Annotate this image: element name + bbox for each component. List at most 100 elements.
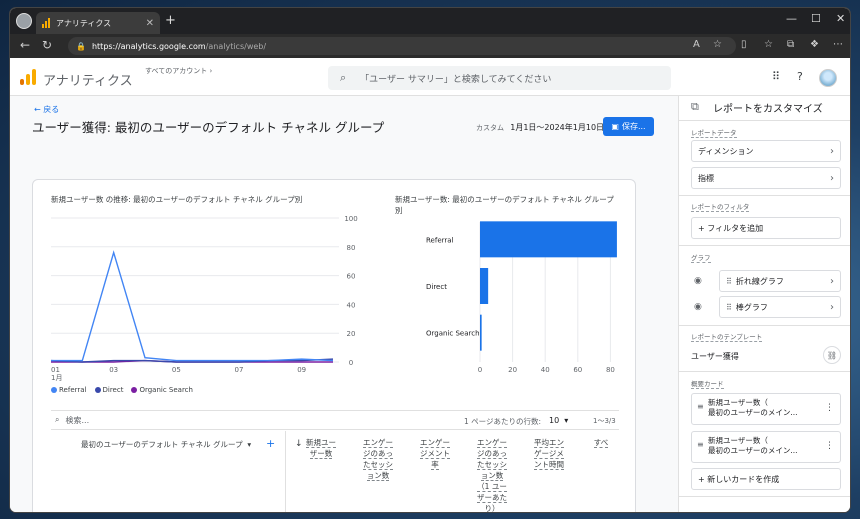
save-label: 保存... [621,122,646,131]
more-menu-icon[interactable]: ⋯ [833,39,843,50]
bar-direct [480,268,489,304]
page-title: ユーザー獲得: 最初のユーザーのデフォルト チャネル グループ [32,120,385,135]
unlink-template-icon[interactable]: ⛓ [823,346,841,364]
line-chart: 0 20 40 60 80 100 01 03 05 07 09 1月 [50,215,358,382]
bar-graph-label: 棒グラフ [735,302,768,312]
table-search-input[interactable]: 検索... [65,415,89,426]
x-sub-label: 1月 [51,374,62,382]
back-link[interactable]: ← 戻る [34,104,59,115]
divider [679,371,850,372]
summary-section-label: 概要カード [691,380,724,389]
summary-card-line1: 新規ユーザー数（ [708,398,768,407]
line-graph-label: 折れ線グラフ [735,276,784,286]
template-section-label: レポートのテンプレート [691,333,763,342]
metric-button[interactable]: 指標 › [691,167,841,189]
metric-header[interactable]: エンゲージのあったセッション数（1 ユーザーあたり） [477,437,507,512]
category-label: Referral [426,236,454,244]
metric-header[interactable]: 平均エンゲージメント時間 [534,437,564,470]
divider [679,325,850,326]
read-aloud-icon[interactable]: A [693,39,700,50]
add-dimension-icon[interactable]: + [266,437,275,450]
back-arrow-icon[interactable]: ← [20,38,30,52]
customize-panel: ⧉ レポートをカスタマイズ レポートデータ ディメンション › 指標 › レポートの… [678,96,850,512]
create-card-button[interactable]: + 新しいカードを作成 [691,468,841,490]
chevron-right-icon: › [830,275,834,287]
divider [679,245,850,246]
y-tick-label: 40 [347,301,356,309]
legend-item[interactable]: Referral [51,386,87,394]
x-tick-label: 80 [606,366,615,374]
legend-item[interactable]: Organic Search [131,386,193,394]
more-vert-icon[interactable]: ⋮ [825,403,834,413]
date-range-selector[interactable]: カスタム 1月1日～2024年1月10日 [476,122,604,133]
metric-header[interactable]: エンゲージメント率 [420,437,450,470]
minimize-icon[interactable]: — [786,12,797,25]
favorite-star-icon[interactable]: ☆ [713,39,722,50]
metric-header-label: 新規ユーザー数 [306,438,336,459]
legend-item[interactable]: Direct [94,386,124,394]
analytics-logo-icon [20,69,36,85]
add-filter-label: + フィルタを追加 [698,223,764,233]
divider [679,496,850,497]
summary-card[interactable]: ≡ 新規ユーザー数（ 最初のユーザーのメイン... ⋮ [691,431,841,463]
chevron-right-icon: › [830,301,834,313]
date-prefix: カスタム [476,124,504,132]
add-filter-button[interactable]: + フィルタを追加 [691,217,841,239]
eye-icon[interactable]: ◉ [694,302,702,312]
create-card-label: + 新しいカードを作成 [698,474,780,484]
panel-title: レポートをカスタマイズ [713,104,823,115]
legend-direct: Direct [102,386,124,394]
new-tab-icon[interactable]: + [165,13,176,28]
bar-chart: 020406080100ReferralDirectOrganic Search [426,221,617,374]
avatar[interactable] [819,69,837,87]
apps-grid-icon[interactable]: ⠿ [772,70,780,83]
summary-card[interactable]: ≡ 新規ユーザー数（ 最初のユーザーのメイン... ⋮ [691,393,841,425]
metric-header-label: すべ [593,438,609,448]
browser-window: アナリティクス ✕ + — ☐ ✕ ← ↻ 🔒 https://analytic… [10,8,850,512]
bar-referral [480,221,617,258]
line-graph-item[interactable]: ⠿ 折れ線グラフ › [719,270,841,292]
dimension-header[interactable]: 最初のユーザーのデフォルト チャネル グループ ▾ [81,439,251,450]
drag-handle-icon[interactable]: ⠿ [726,277,732,286]
reload-icon[interactable]: ↻ [42,38,52,52]
help-icon[interactable]: ? [797,70,803,83]
main-content: ← 戻る ユーザー獲得: 最初のユーザーのデフォルト チャネル グループ カスタ… [10,96,678,512]
bar-graph-item[interactable]: ⠿ 棒グラフ › [719,296,841,318]
tab-close-icon[interactable]: ✕ [146,18,154,29]
address-bar: ← ↻ 🔒 https://analytics.google.com /anal… [10,34,850,58]
summary-card-line2: 最初のユーザーのメイン... [708,408,798,417]
drag-handle-icon[interactable]: ⠿ [726,303,732,312]
more-vert-icon[interactable]: ⋮ [825,441,834,451]
favorites-icon[interactable]: ☆ [764,39,773,50]
eye-icon[interactable]: ◉ [694,276,702,286]
summary-card-icon: ≡ [697,440,704,449]
x-tick-label: 09 [297,366,306,374]
template-value: ユーザー獲得 [691,352,739,361]
metric-label: 指標 [698,173,714,183]
sort-down-icon[interactable]: ↓ [295,439,303,449]
rows-per-page-label: 1 ページあたりの行数: [464,417,542,426]
url-field[interactable]: 🔒 https://analytics.google.com /analytic… [68,37,736,55]
split-screen-icon[interactable]: ▯ [741,39,747,50]
metric-header[interactable]: 新規ユーザー数 [306,437,336,459]
dimension-button[interactable]: ディメンション › [691,140,841,162]
y-tick-label: 60 [347,273,356,281]
maximize-icon[interactable]: ☐ [811,12,821,25]
extensions-icon[interactable]: ❖ [810,39,819,50]
rows-per-page-select[interactable]: 10 ▾ [549,416,568,425]
summary-card-line2: 最初のユーザーのメイン... [708,446,798,455]
profile-icon[interactable] [16,13,32,29]
window-close-icon[interactable]: ✕ [836,12,845,25]
metric-header[interactable]: すべ [591,437,611,448]
search-input[interactable]: ⌕ 「ユーザー サマリー」と検索してみてください [328,66,671,90]
save-button[interactable]: ▣ 保存... [603,117,654,136]
collections-icon[interactable]: ⧉ [787,39,794,50]
tab-title: アナリティクス [56,18,112,28]
account-selector[interactable]: すべてのアカウント › [145,66,212,76]
bar-organic-search [480,314,482,351]
series-line-referral [51,250,334,362]
browser-tab[interactable]: アナリティクス ✕ [36,12,160,34]
filter-section-label: レポートのフィルタ [691,203,750,212]
metric-header[interactable]: エンゲージのあったセッション数 [363,437,393,481]
category-label: Direct [426,283,447,291]
